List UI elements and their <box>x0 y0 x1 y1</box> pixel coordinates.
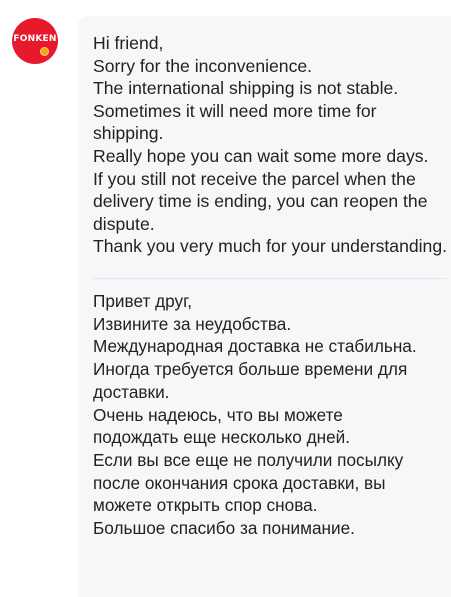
avatar-brand-text: FONKEN <box>13 34 57 44</box>
message-divider <box>93 278 447 279</box>
chat-thread: FONKEN Hi friend, Sorry for the inconven… <box>0 0 451 597</box>
seller-avatar[interactable]: FONKEN <box>12 18 58 64</box>
message-text-russian: Привет друг, Извините за неудобства. Меж… <box>93 291 417 539</box>
message-text-english: Hi friend, Sorry for the inconvenience. … <box>93 33 448 257</box>
avatar-logo-dot <box>40 47 49 56</box>
